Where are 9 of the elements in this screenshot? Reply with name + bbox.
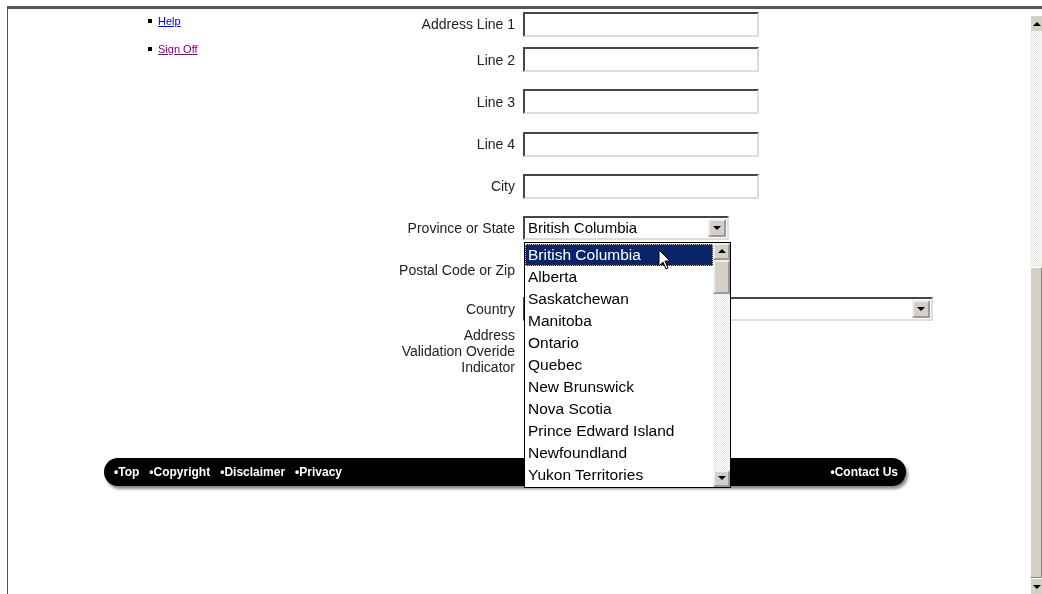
- field-label: Country: [464, 299, 515, 319]
- field-label: Address Validation Overide Indicator: [400, 326, 515, 376]
- field-label: Province or State: [406, 218, 515, 238]
- field-label: Line 2: [475, 50, 515, 70]
- field-label: Line 4: [475, 135, 515, 154]
- field-label: Address Line 1: [420, 15, 515, 34]
- field-label: City: [489, 177, 515, 196]
- field-label: Postal Code or Zip: [398, 260, 515, 280]
- field-label: Line 3: [475, 92, 515, 112]
